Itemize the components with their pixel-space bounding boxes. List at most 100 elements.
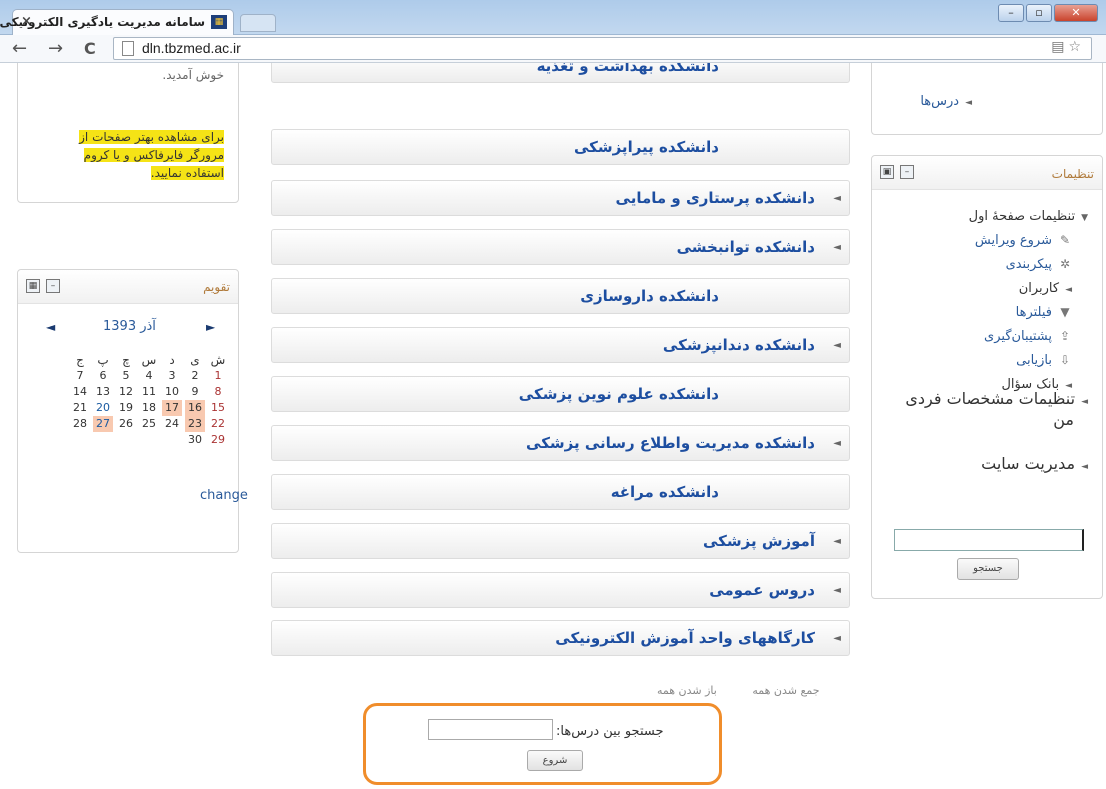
course-category[interactable]: ◄ دانشکده مدیریت واطلاع رسانی پزشکی [271, 425, 850, 461]
expand-triangle-icon[interactable]: ◄ [833, 242, 841, 253]
course-category-label[interactable]: دانشکده دندانپزشکی [663, 336, 815, 354]
calendar-day[interactable]: 23 [185, 416, 205, 432]
course-category-label[interactable]: دانشکده داروسازی [580, 287, 719, 305]
close-window-button[interactable]: ✕ [1054, 4, 1098, 22]
expand-triangle-icon[interactable]: ◄ [833, 340, 841, 351]
collapse-all-link[interactable]: جمع شدن همه [752, 684, 819, 697]
reload-icon[interactable]: C [84, 39, 96, 59]
course-category[interactable]: دانشکده مراغه [271, 474, 850, 510]
settings-tree-item[interactable]: ▼ تنظیمات صفحهٔ اول [969, 209, 1088, 224]
calendar-day[interactable]: 30 [185, 432, 205, 448]
collapse-block-icon[interactable]: – [900, 165, 914, 179]
course-category-label[interactable]: دانشکده پیراپزشکی [574, 138, 719, 156]
course-category-label[interactable]: دانشکده مراغه [611, 483, 719, 501]
calendar-weekday: ی [190, 353, 200, 367]
calendar-day[interactable]: 7 [70, 368, 90, 384]
course-category-label[interactable]: کارگاههای واحد آموزش الکترونیکی [555, 629, 815, 647]
expand-triangle-icon[interactable]: ◄ [833, 193, 841, 204]
expand-all-link[interactable]: باز شدن همه [657, 684, 717, 697]
settings-tree-item[interactable]: ⇪ پشتیبان‌گیری [984, 329, 1072, 344]
calendar-day[interactable]: 16 [185, 400, 205, 416]
calendar-day[interactable]: 8 [208, 384, 228, 400]
calendar-day[interactable]: 29 [208, 432, 228, 448]
calendar-day[interactable]: 10 [162, 384, 182, 400]
settings-tree-item[interactable]: ✲ پیکربندی [1006, 257, 1072, 272]
calendar-day[interactable]: 24 [162, 416, 182, 432]
new-tab-button[interactable] [240, 14, 276, 32]
calendar-day[interactable]: 20 [93, 400, 113, 416]
back-icon[interactable]: ← [12, 39, 27, 59]
calendar-day[interactable]: 12 [116, 384, 136, 400]
course-category-label[interactable]: دروس عمومی [709, 581, 815, 599]
calendar-day[interactable]: 17 [162, 400, 182, 416]
calendar-week-row: 1234567 [32, 368, 228, 384]
settings-tree-item[interactable]: ⇩ بازیابی [1016, 353, 1072, 368]
course-category[interactable]: دانشکده داروسازی [271, 278, 850, 314]
calendar-day[interactable]: 21 [70, 400, 90, 416]
course-search-button[interactable]: شروع [527, 750, 583, 771]
expand-triangle-icon[interactable]: ◄ [833, 536, 841, 547]
maximize-button[interactable]: ▫ [1026, 4, 1052, 22]
calendar-day[interactable]: 19 [116, 400, 136, 416]
collapse-block-icon[interactable]: – [46, 279, 60, 293]
calendar-day[interactable]: 9 [185, 384, 205, 400]
calendar-prev-month-icon[interactable]: ◄ [46, 320, 55, 334]
profile-settings-item[interactable]: ◄تنظیمات مشخصات فردی من [888, 390, 1088, 429]
calendar-day[interactable]: 25 [139, 416, 159, 432]
calendar-day[interactable]: 11 [139, 384, 159, 400]
course-category-label[interactable]: آموزش پزشکی [703, 532, 815, 550]
course-category[interactable]: ◄ آموزش پزشکی [271, 523, 850, 559]
expand-triangle-icon[interactable]: ◄ [833, 633, 841, 644]
course-category[interactable]: ◄ دانشکده توانبخشی [271, 229, 850, 265]
address-bar[interactable]: dln.tbzmed.ac.ir ▤☆ [113, 37, 1092, 60]
calendar-day[interactable]: 15 [208, 400, 228, 416]
site-search-button[interactable]: جستجو [957, 558, 1019, 580]
url-text[interactable]: dln.tbzmed.ac.ir [142, 40, 241, 56]
course-category-label[interactable]: دانشکده بهداشت و تغذیه [537, 63, 719, 75]
dock-block-icon[interactable]: ▣ [880, 165, 894, 179]
site-admin-item[interactable]: ◄مدیریت سایت [981, 454, 1088, 473]
calendar-month-label[interactable]: آذر 1393 [103, 319, 156, 334]
course-category-label[interactable]: دانشکده علوم نوین پزشکی [519, 385, 719, 403]
course-category[interactable]: ◄ دانشکده دندانپزشکی [271, 327, 850, 363]
site-search-input[interactable] [894, 529, 1084, 551]
calendar-next-month-icon[interactable]: ► [206, 320, 215, 334]
calendar-change-link[interactable]: change [200, 488, 248, 503]
calendar-day[interactable]: 4 [139, 368, 159, 384]
calendar-day[interactable]: 22 [208, 416, 228, 432]
calendar-day[interactable]: 13 [93, 384, 113, 400]
courses-nav-item[interactable]: ◄درس‌ها [920, 94, 972, 109]
settings-tree-item[interactable]: ▼ فیلترها [1016, 305, 1072, 320]
forward-icon[interactable]: → [48, 39, 63, 59]
settings-tree-item[interactable]: ◄ کاربران [1019, 281, 1072, 296]
expand-triangle-icon[interactable]: ◄ [833, 438, 841, 449]
translate-icon[interactable]: ▤ [1051, 39, 1068, 55]
course-category-label[interactable]: دانشکده پرستاری و مامایی [616, 189, 815, 207]
bookmark-star-icon[interactable]: ☆ [1068, 39, 1085, 55]
calendar-icon[interactable]: ▦ [26, 279, 40, 293]
course-category-label[interactable]: دانشکده مدیریت واطلاع رسانی پزشکی [526, 434, 815, 452]
calendar-day[interactable]: 1 [208, 368, 228, 384]
course-search-input[interactable] [428, 719, 553, 740]
tab-close-icon[interactable]: × [21, 14, 32, 29]
calendar-day[interactable]: 14 [70, 384, 90, 400]
calendar-day[interactable]: 3 [162, 368, 182, 384]
course-category[interactable]: ◄ کارگاههای واحد آموزش الکترونیکی [271, 620, 850, 656]
calendar-day[interactable]: 28 [70, 416, 90, 432]
course-category[interactable]: دانشکده پیراپزشکی [271, 129, 850, 165]
course-category[interactable]: ◄ دروس عمومی [271, 572, 850, 608]
expand-triangle-icon[interactable]: ◄ [833, 585, 841, 596]
minimize-button[interactable]: – [998, 4, 1024, 22]
calendar-day[interactable]: 18 [139, 400, 159, 416]
settings-tree-item[interactable]: ✎ شروع ویرایش [975, 233, 1072, 248]
course-category[interactable]: دانشکده علوم نوین پزشکی [271, 376, 850, 412]
course-category-label[interactable]: دانشکده توانبخشی [677, 238, 815, 256]
calendar-day[interactable]: 27 [93, 416, 113, 432]
calendar-day[interactable]: 6 [93, 368, 113, 384]
calendar-day[interactable]: 5 [116, 368, 136, 384]
browser-tab[interactable]: ▦ سامانه مدیریت یادگیری الکترونیکی × [0, 9, 234, 35]
calendar-day[interactable]: 2 [185, 368, 205, 384]
course-category[interactable]: ◄ دانشکده پرستاری و مامایی [271, 180, 850, 216]
calendar-day[interactable]: 26 [116, 416, 136, 432]
course-category[interactable]: دانشکده بهداشت و تغذیه [271, 63, 850, 83]
